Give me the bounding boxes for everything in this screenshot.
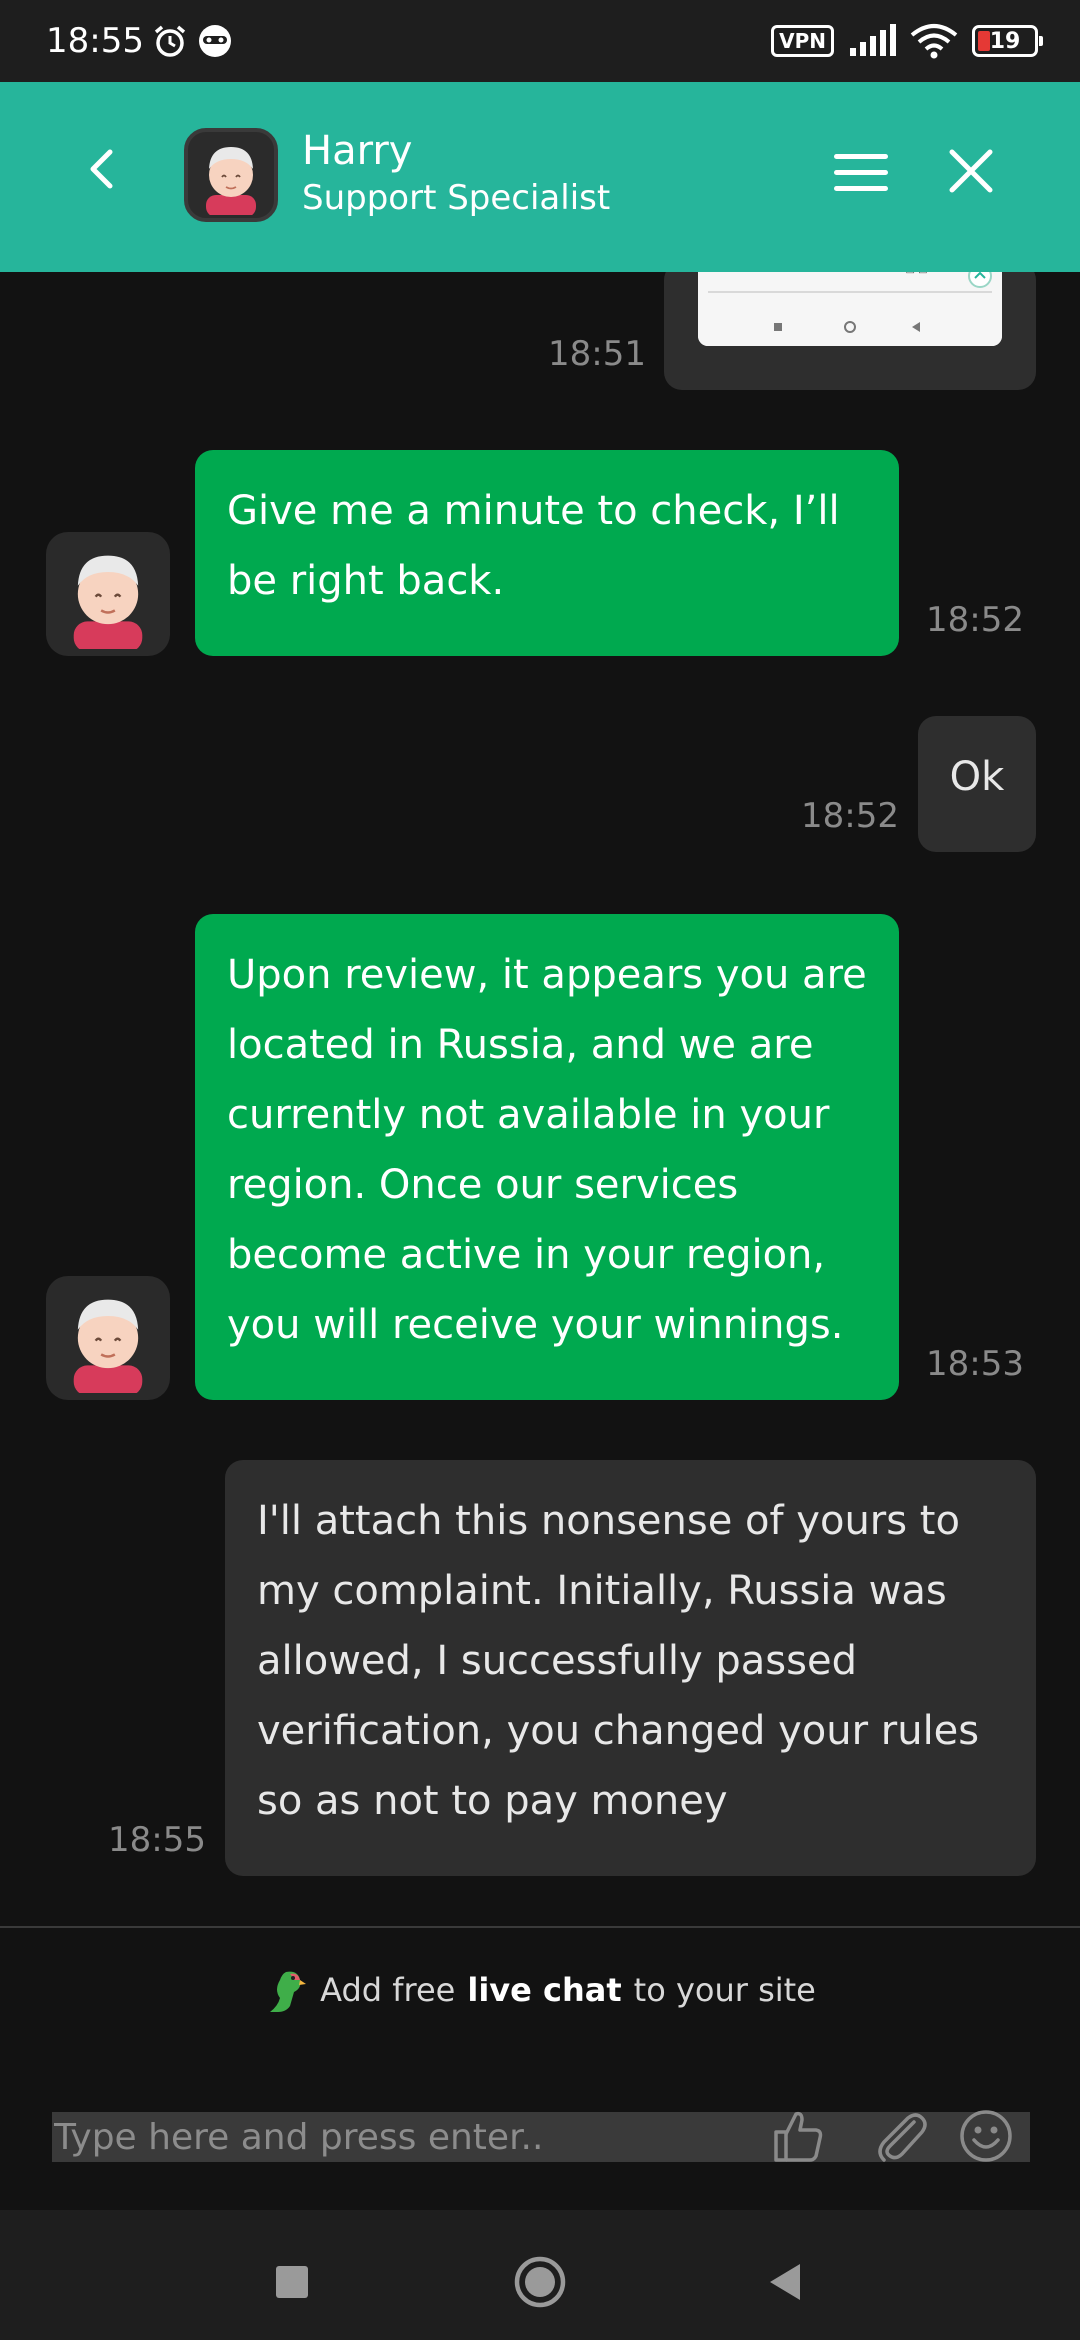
battery-level: 19 bbox=[989, 28, 1021, 54]
back-nav-icon[interactable] bbox=[758, 2254, 814, 2310]
recent-apps-icon[interactable] bbox=[264, 2254, 320, 2310]
system-nav-bar bbox=[0, 2210, 1080, 2340]
promo-suffix: to your site bbox=[633, 1971, 816, 2009]
agent-avatar bbox=[46, 532, 170, 656]
promo-bold: live chat bbox=[467, 1971, 622, 2009]
vpn-badge: VPN bbox=[771, 25, 834, 57]
message-time: 18:52 bbox=[926, 600, 1024, 640]
message-time: 18:52 bbox=[801, 796, 899, 836]
status-time: 18:55 bbox=[46, 21, 144, 61]
image-attachment[interactable]: B I U S ❞ ≣ ≡ ⚭ ▣ ▤ bbox=[664, 272, 1036, 390]
chat-header: Harry Support Specialist bbox=[0, 82, 1080, 272]
svg-text:❞ ≣ ≡: ❞ ≣ ≡ bbox=[818, 272, 847, 275]
battery-icon: 19 bbox=[972, 25, 1043, 57]
wifi-icon bbox=[910, 24, 958, 59]
promo-link[interactable]: Add free live chat to your site bbox=[0, 1960, 1080, 2020]
messenger-icon bbox=[198, 25, 231, 57]
emoji-icon[interactable] bbox=[956, 2106, 1016, 2166]
message-list[interactable]: B I U S ❞ ≣ ≡ ⚭ ▣ ▤ 18:51 Give me a minu… bbox=[0, 272, 1080, 1928]
message-time: 18:53 bbox=[926, 1344, 1024, 1384]
thumbs-up-icon[interactable] bbox=[768, 2106, 828, 2166]
alarm-clock-icon bbox=[154, 25, 186, 57]
message-time: 18:55 bbox=[108, 1820, 206, 1860]
parrot-logo-icon bbox=[270, 1971, 307, 2012]
message-time: 18:51 bbox=[548, 334, 646, 374]
agent-message-bubble: Give me a minute to check, I’ll be right… bbox=[195, 450, 899, 656]
menu-icon[interactable] bbox=[834, 152, 888, 194]
status-bar: 18:55 VPN 19 bbox=[0, 0, 1080, 82]
divider bbox=[0, 1926, 1080, 1928]
screenshot-thumbnail: B I U S ❞ ≣ ≡ ⚭ ▣ ▤ bbox=[698, 272, 1002, 346]
user-message-bubble: Ok bbox=[918, 716, 1036, 852]
user-message-bubble: I'll attach this nonsense of yours to my… bbox=[225, 1460, 1036, 1876]
composer bbox=[52, 2110, 1030, 2162]
agent-role: Support Specialist bbox=[302, 178, 611, 218]
home-icon[interactable] bbox=[512, 2254, 568, 2310]
agent-avatar bbox=[184, 128, 278, 222]
close-icon[interactable] bbox=[948, 148, 994, 194]
agent-avatar bbox=[46, 1276, 170, 1400]
svg-text:B I U S: B I U S bbox=[724, 272, 757, 275]
signal-icon bbox=[850, 24, 896, 56]
svg-text:⚭ ▣ ▤: ⚭ ▣ ▤ bbox=[894, 272, 928, 275]
paperclip-icon[interactable] bbox=[870, 2106, 930, 2166]
back-icon[interactable] bbox=[78, 144, 128, 194]
agent-name: Harry bbox=[302, 128, 413, 174]
agent-message-bubble: Upon review, it appears you are located … bbox=[195, 914, 899, 1400]
promo-prefix: Add free bbox=[320, 1971, 456, 2009]
